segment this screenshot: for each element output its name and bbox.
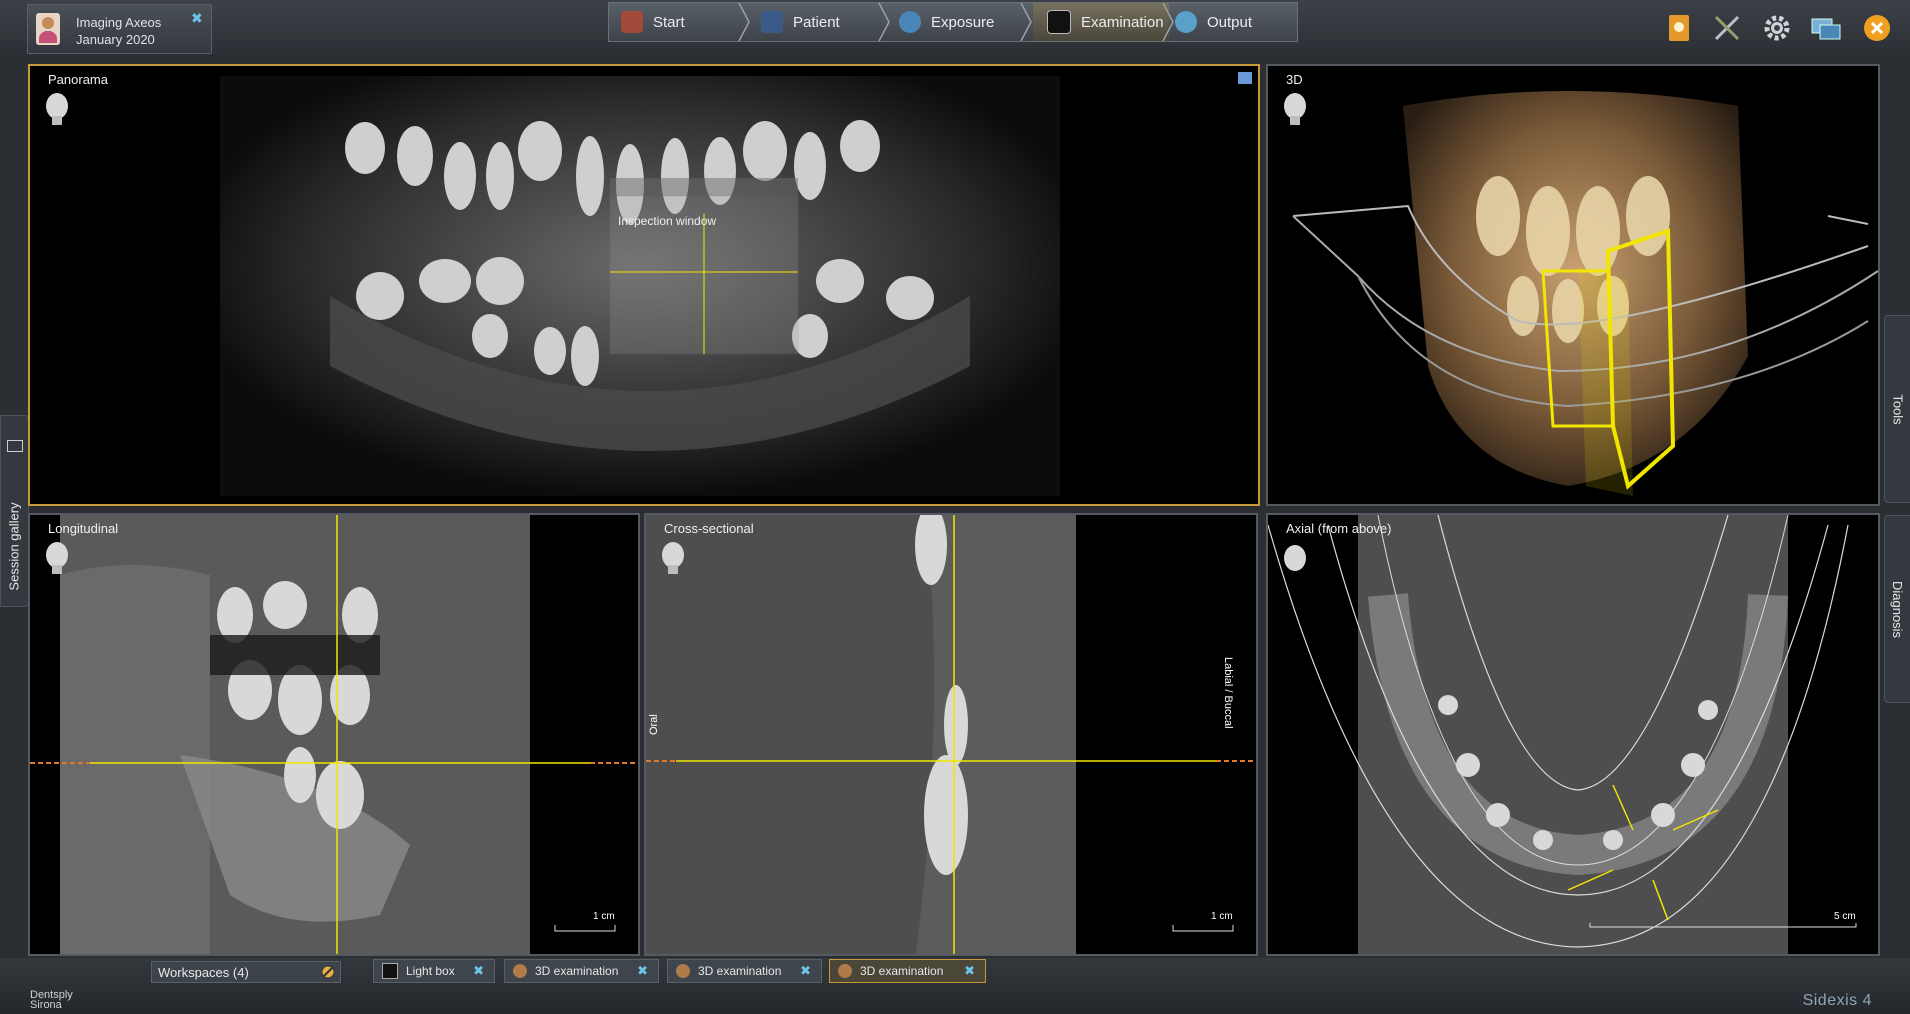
globe-icon (1175, 11, 1197, 33)
scale-label: 1 cm (593, 911, 615, 922)
tab-label: 3D examination (860, 964, 944, 978)
tab-label: 3D examination (698, 964, 782, 978)
brand-logo: Dentsply Sirona (30, 990, 73, 1011)
panorama-view[interactable]: Panorama Inspection window (28, 64, 1260, 506)
axial-view[interactable]: Axial (from above) 5 cm (1266, 513, 1880, 956)
head-orientation-icon[interactable] (660, 541, 686, 575)
axial-image (1268, 515, 1857, 954)
home-icon (621, 11, 643, 33)
inspection-window-label: Inspection window (618, 214, 717, 228)
scale-label: 1 cm (1211, 911, 1233, 922)
notebook-icon[interactable] (1664, 13, 1694, 43)
session-gallery-label: Session gallery (7, 501, 22, 591)
diagnosis-tab[interactable]: Diagnosis (1884, 515, 1910, 703)
light-box-icon (382, 963, 398, 979)
workflow-start[interactable]: Start (621, 3, 729, 41)
longitudinal-image (30, 515, 638, 954)
tab-label: 3D examination (535, 964, 619, 978)
cross-sectional-view[interactable]: Cross-sectional Oral Labial / Buccal 1 c… (644, 513, 1258, 956)
tools-tab[interactable]: Tools (1884, 315, 1910, 503)
brand-line2: Sirona (30, 999, 62, 1011)
workflow-bar: Start Patient Exposure Examination Outpu… (608, 2, 1298, 42)
tab-3d-examination-3[interactable]: 3D examination ✖ (829, 959, 986, 983)
scale-label: 5 cm (1834, 911, 1856, 922)
close-patient-icon[interactable]: ✖ (191, 10, 203, 27)
panorama-label: Panorama (48, 72, 108, 87)
patient-icon (838, 964, 852, 978)
longitudinal-label: Longitudinal (48, 521, 119, 536)
three-d-label: 3D (1286, 72, 1303, 87)
workspaces-dropdown[interactable]: Workspaces (4) (151, 961, 341, 983)
workflow-output[interactable]: Output (1175, 3, 1285, 41)
gear-icon[interactable] (1762, 13, 1792, 43)
workflow-separator (878, 3, 890, 41)
workflow-separator (1162, 3, 1174, 41)
close-icon[interactable] (1862, 13, 1892, 43)
patient-date: January 2020 (76, 32, 155, 47)
three-d-render (1292, 91, 1878, 496)
close-tab-icon[interactable]: ✖ (964, 963, 975, 979)
exposure-icon (899, 11, 921, 33)
workflow-start-label: Start (653, 13, 685, 31)
three-d-view[interactable]: 3D (1266, 64, 1880, 506)
head-orientation-icon[interactable] (44, 92, 70, 126)
head-orientation-icon[interactable] (44, 541, 70, 575)
patient-icon (676, 964, 690, 978)
tab-light-box[interactable]: Light box ✖ (373, 959, 495, 983)
product-name: Sidexis 4 (1802, 992, 1872, 1009)
workflow-exposure[interactable]: Exposure (899, 3, 1019, 41)
maximize-icon[interactable] (1238, 72, 1252, 84)
gallery-icon (7, 440, 23, 452)
workflow-output-label: Output (1207, 13, 1253, 31)
monitor-icon[interactable] (1810, 13, 1841, 43)
cross-sectional-label: Cross-sectional (664, 521, 754, 536)
labial-buccal-label: Labial / Buccal (1222, 657, 1234, 729)
axial-label: Axial (from above) (1286, 521, 1392, 536)
tools-icon[interactable] (1712, 13, 1742, 43)
examination-icon (1047, 10, 1071, 34)
workflow-examination-label: Examination (1081, 13, 1164, 31)
tab-3d-examination-1[interactable]: 3D examination ✖ (504, 959, 659, 983)
tab-label: Light box (406, 964, 455, 978)
patient-icon (513, 964, 527, 978)
panorama-image (220, 72, 1252, 496)
no-entry-icon[interactable] (320, 964, 336, 980)
cross-sectional-image (646, 515, 1256, 954)
session-gallery-tab[interactable]: Session gallery (0, 415, 29, 607)
diagnosis-label: Diagnosis (1890, 580, 1906, 638)
oral-label: Oral (648, 714, 660, 735)
workflow-patient[interactable]: Patient (761, 3, 871, 41)
workflow-exposure-label: Exposure (931, 13, 995, 31)
close-tab-icon[interactable]: ✖ (800, 963, 811, 979)
workflow-separator (1020, 3, 1032, 41)
tab-3d-examination-2[interactable]: 3D examination ✖ (667, 959, 822, 983)
workflow-examination[interactable]: Examination (1033, 3, 1169, 41)
person-icon (761, 11, 783, 33)
workflow-patient-label: Patient (793, 13, 840, 31)
tools-label: Tools (1890, 393, 1906, 425)
patient-name: Imaging Axeos (76, 15, 162, 30)
patient-tab[interactable]: Imaging Axeos January 2020 ✖ (27, 4, 212, 54)
workspaces-label: Workspaces (4) (158, 964, 249, 980)
workflow-separator (738, 3, 750, 41)
longitudinal-view[interactable]: Longitudinal 1 cm (28, 513, 640, 956)
head-orientation-icon[interactable] (1282, 92, 1308, 126)
close-tab-icon[interactable]: ✖ (473, 963, 484, 979)
head-orientation-icon[interactable] (1282, 541, 1308, 575)
patient-avatar-icon (36, 13, 60, 45)
patient-info: Imaging Axeos January 2020 (76, 14, 161, 48)
close-tab-icon[interactable]: ✖ (637, 963, 648, 979)
